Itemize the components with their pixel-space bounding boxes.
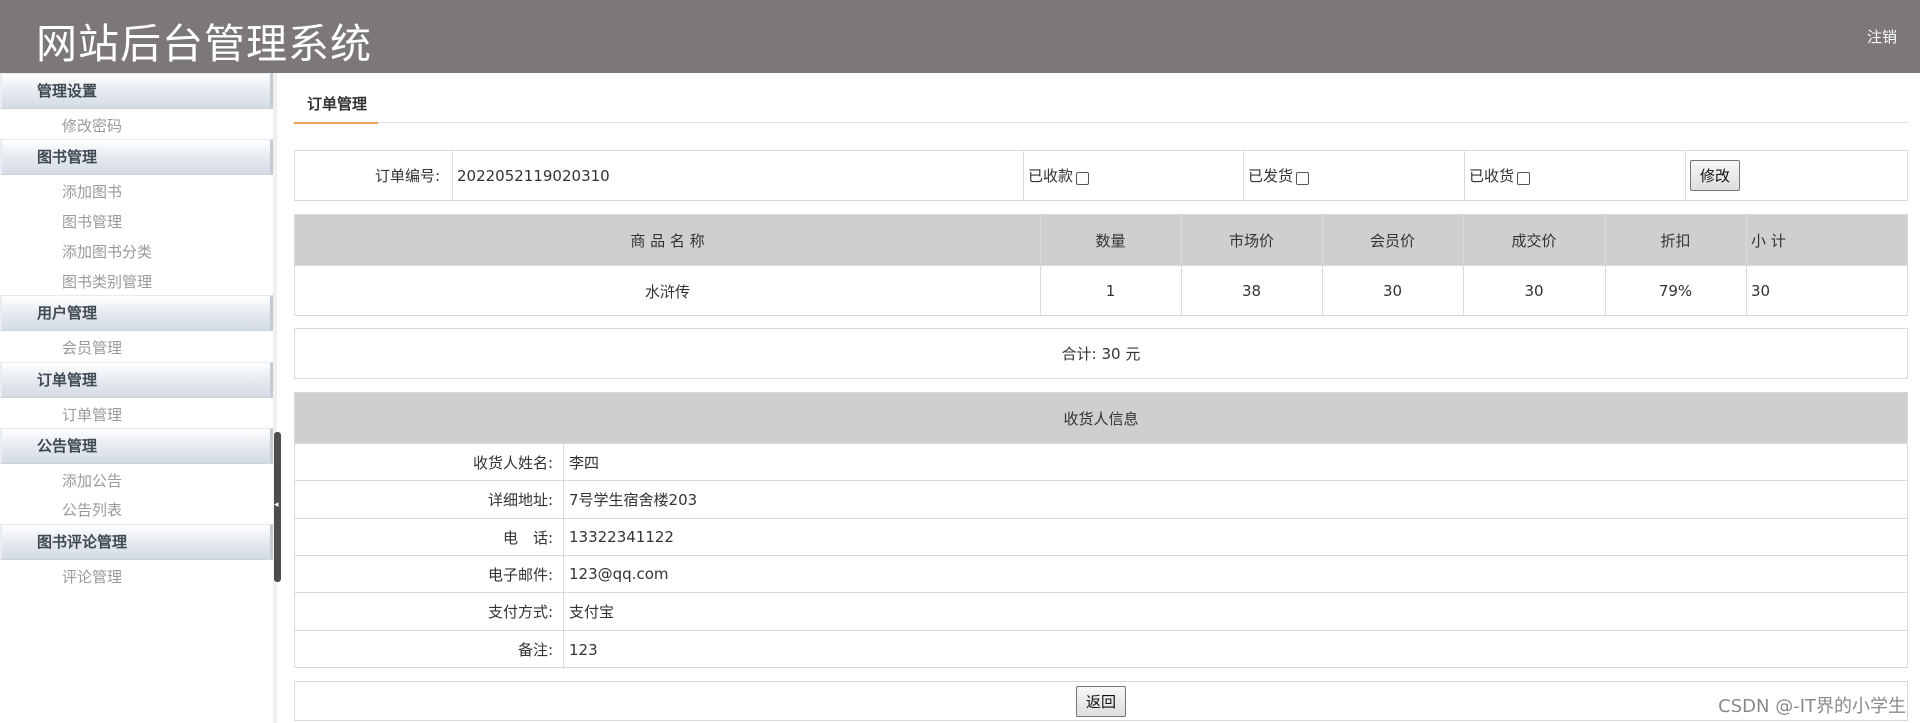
col-header-member-price: 会员价 xyxy=(1369,231,1415,250)
phone-value: 13322341122 xyxy=(569,528,674,546)
cell-name: 水浒传 xyxy=(644,282,690,301)
arrow-icon: ◂ xyxy=(274,500,279,510)
address-value: 7号学生宿舍楼203 xyxy=(569,491,698,509)
app-title: 网站后台管理系统 xyxy=(36,20,372,68)
shipped-field: 已发货 xyxy=(1248,151,1310,200)
col-header-market-price: 市场价 xyxy=(1228,231,1274,250)
receiver-name-label: 收货人姓名: xyxy=(472,453,553,472)
receiver-info-header: 收货人信息 xyxy=(1063,409,1139,428)
receiver-info-table: 收货人信息 收货人姓名: 李四 详细地址: 7号学生宿舍楼203 电 话: 13… xyxy=(294,392,1908,669)
sidebar-item-review-management[interactable]: 评论管理 xyxy=(62,566,122,587)
cell-qty: 1 xyxy=(1105,282,1116,300)
sidebar-group-settings[interactable]: 管理设置 xyxy=(0,73,273,109)
cell-discount: 79% xyxy=(1658,282,1693,300)
cell-subtotal: 30 xyxy=(1751,282,1771,300)
back-row: 返回 xyxy=(294,681,1908,721)
order-number-label: 订单编号: xyxy=(374,167,440,185)
collapse-handle[interactable]: ◂ xyxy=(274,432,281,582)
order-info-row: 订单编号: 2022052119020310 已收款 已发货 已收货 修改 xyxy=(294,150,1908,201)
sidebar-group-orders[interactable]: 订单管理 xyxy=(0,362,273,398)
order-number-value: 2022052119020310 xyxy=(457,166,610,185)
sidebar-group-books[interactable]: 图书管理 xyxy=(0,139,273,175)
remark-label: 备注: xyxy=(517,641,553,659)
col-header-qty: 数量 xyxy=(1095,231,1126,250)
cell-market-price: 38 xyxy=(1241,282,1262,300)
sidebar-item-announcement-list[interactable]: 公告列表 xyxy=(62,499,122,520)
shipped-checkbox[interactable] xyxy=(1296,171,1310,185)
paid-checkbox[interactable] xyxy=(1076,171,1090,185)
sidebar-item-member-management[interactable]: 会员管理 xyxy=(62,337,122,358)
sidebar-item-book-management[interactable]: 图书管理 xyxy=(62,211,122,232)
cell-deal-price: 30 xyxy=(1524,282,1544,300)
sidebar-group-announcements[interactable]: 公告管理 xyxy=(0,428,273,464)
received-field: 已收货 xyxy=(1469,151,1531,200)
sidebar-item-book-category-management[interactable]: 图书类别管理 xyxy=(62,271,152,292)
col-header-subtotal: 小 计 xyxy=(1751,231,1786,250)
payment-method-label: 支付方式: xyxy=(487,603,553,621)
total-row: 合计: 30 元 xyxy=(294,328,1908,379)
logout-link[interactable]: 注销 xyxy=(1867,26,1897,47)
address-label: 详细地址: xyxy=(487,491,553,509)
col-header-name: 商 品 名 称 xyxy=(630,231,705,250)
order-items-table: 商 品 名 称 数量 市场价 会员价 成交价 折扣 小 计 水浒传 1 38 3… xyxy=(294,214,1908,316)
col-header-deal-price: 成交价 xyxy=(1511,231,1557,250)
back-button[interactable]: 返回 xyxy=(1076,685,1126,717)
sidebar-group-users[interactable]: 用户管理 xyxy=(0,295,273,331)
received-label: 已收货 xyxy=(1469,167,1515,185)
sidebar-group-reviews[interactable]: 图书评论管理 xyxy=(0,524,273,560)
remark-value: 123 xyxy=(569,640,598,659)
shipped-label: 已发货 xyxy=(1248,167,1294,185)
received-checkbox[interactable] xyxy=(1517,171,1531,185)
payment-method-value: 支付宝 xyxy=(569,603,615,621)
paid-field: 已收款 xyxy=(1028,151,1090,200)
sidebar: 管理设置 修改密码 图书管理 添加图书 图书管理 添加图书分类 图书类别管理 用… xyxy=(0,73,273,723)
receiver-name-value: 李四 xyxy=(569,453,600,472)
tab-divider xyxy=(378,122,1908,123)
page-title: 订单管理 xyxy=(294,93,378,124)
sidebar-item-order-management[interactable]: 订单管理 xyxy=(62,404,122,425)
sidebar-item-add-book[interactable]: 添加图书 xyxy=(62,181,122,202)
email-value: 123@qq.com xyxy=(569,565,669,583)
sidebar-item-add-announcement[interactable]: 添加公告 xyxy=(62,470,122,491)
sidebar-splitter[interactable] xyxy=(273,73,277,723)
watermark: CSDN @-IT界的小学生 xyxy=(1718,696,1906,717)
email-label: 电子邮件: xyxy=(487,565,553,584)
col-header-discount: 折扣 xyxy=(1660,231,1691,250)
paid-label: 已收款 xyxy=(1028,167,1074,185)
modify-button[interactable]: 修改 xyxy=(1690,160,1740,191)
cell-member-price: 30 xyxy=(1382,282,1403,300)
sidebar-item-change-password[interactable]: 修改密码 xyxy=(62,115,122,136)
sidebar-item-add-book-category[interactable]: 添加图书分类 xyxy=(62,241,152,262)
total-text: 合计: 30 元 xyxy=(1061,345,1141,363)
top-header: 网站后台管理系统 注销 xyxy=(0,0,1920,73)
phone-label: 电 话: xyxy=(502,528,553,547)
